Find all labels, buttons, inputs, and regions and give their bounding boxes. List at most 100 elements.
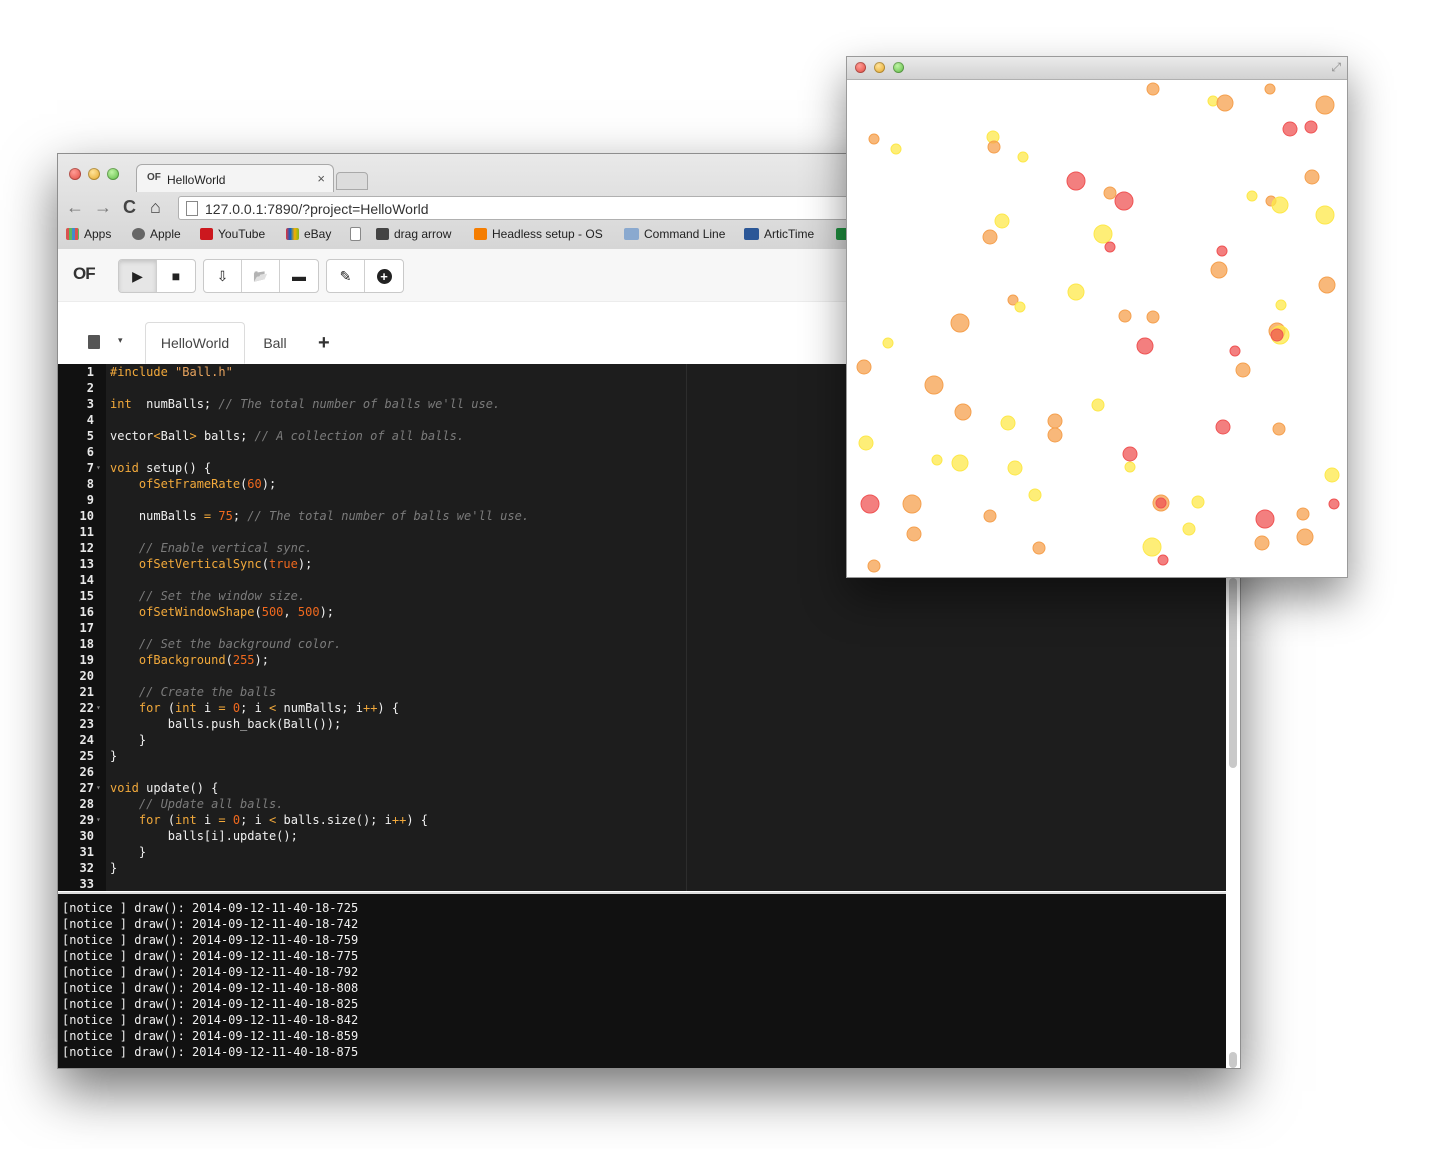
tab-close-icon[interactable]: × — [317, 171, 325, 186]
console-scrollbar[interactable] — [1229, 1052, 1237, 1068]
code-line[interactable]: 15 // Set the window size. — [58, 588, 1226, 604]
code-text: // Enable vertical sync. — [110, 540, 312, 556]
ball — [1315, 205, 1335, 225]
folder-icon — [624, 228, 639, 240]
zoom-output-button[interactable] — [893, 62, 904, 73]
chevron-down-icon[interactable]: ▾ — [118, 335, 123, 346]
reload-icon[interactable]: C — [123, 197, 136, 218]
code-text: ofSetVerticalSync(true); — [110, 556, 312, 572]
ball — [1047, 427, 1063, 443]
editor-scrollbar[interactable] — [1229, 578, 1237, 768]
code-line[interactable]: 32} — [58, 860, 1226, 876]
ball — [1157, 554, 1169, 566]
bookmark-ebay[interactable]: eBay — [286, 227, 331, 241]
code-token: for — [138, 813, 161, 827]
browser-tab[interactable]: OF HelloWorld × — [136, 164, 334, 192]
code-line[interactable]: 21 // Create the balls — [58, 684, 1226, 700]
code-token: } — [110, 861, 118, 875]
stop-icon: ■ — [171, 268, 181, 284]
code-line[interactable]: 31 } — [58, 844, 1226, 860]
add-tab-icon[interactable]: + — [318, 332, 330, 355]
app-output-window: ⤢ — [846, 56, 1348, 578]
save-button[interactable]: ⇩ — [204, 260, 242, 292]
code-token: 500 — [261, 605, 284, 619]
fold-toggle-icon[interactable]: ▾ — [96, 812, 101, 828]
line-number: 24 — [79, 733, 94, 747]
ball — [856, 359, 872, 375]
back-icon[interactable]: ← — [66, 197, 84, 218]
ball — [1328, 498, 1340, 510]
code-line[interactable]: 20 — [58, 668, 1226, 684]
ball — [1142, 537, 1162, 557]
code-line[interactable]: 25} — [58, 748, 1226, 764]
code-line[interactable]: 16 ofSetWindowShape(500, 500); — [58, 604, 1226, 620]
line-number: 15 — [79, 589, 94, 603]
bookmark-command-line[interactable]: Command Line — [624, 227, 725, 241]
fullscreen-icon[interactable]: ⤢ — [1331, 60, 1341, 75]
minimize-window-button[interactable] — [88, 168, 100, 180]
ball — [951, 454, 969, 472]
code-token: #include — [110, 365, 176, 379]
code-line[interactable]: 27 ▾ void update() { — [58, 780, 1226, 796]
console-line: [notice ] draw(): 2014-09-12-11-40-18-74… — [62, 917, 359, 931]
console-line: [notice ] draw(): 2014-09-12-11-40-18-85… — [62, 1029, 359, 1043]
code-line[interactable]: 28 // Update all balls. — [58, 796, 1226, 812]
code-line[interactable]: 22 ▾ for (int i = 0; i < numBalls; i++) { — [58, 700, 1226, 716]
attach-button[interactable]: ✎ — [327, 260, 365, 292]
new-tab-button[interactable] — [336, 172, 368, 190]
fold-toggle-icon[interactable]: ▾ — [96, 700, 101, 716]
line-number: 9 — [86, 493, 94, 507]
code-line[interactable]: 29 ▾ for (int i = 0; i < balls.size(); i+… — [58, 812, 1226, 828]
play-button[interactable]: ▶ — [119, 260, 157, 292]
of-logo: OF — [73, 264, 96, 283]
code-line[interactable]: 19 ofBackground(255); — [58, 652, 1226, 668]
tab-helloworld[interactable]: HelloWorld — [145, 322, 245, 364]
code-text: balls.push_back(Ball()); — [110, 716, 341, 732]
bookmark-artictime[interactable]: ArticTime — [744, 227, 814, 241]
code-token: i — [196, 701, 219, 715]
code-text: } — [110, 860, 117, 876]
document-icon[interactable] — [88, 335, 100, 349]
bookmark-headless-setup[interactable]: Headless setup - OS — [474, 227, 608, 241]
fold-toggle-icon[interactable]: ▾ — [96, 780, 101, 796]
minimize-output-button[interactable] — [874, 62, 885, 73]
add-button[interactable]: + — [365, 260, 403, 292]
ball — [1296, 507, 1310, 521]
bookmark-drag-arrow[interactable]: drag arrow — [376, 227, 451, 241]
forward-icon[interactable]: → — [94, 197, 112, 218]
code-line[interactable]: 33 — [58, 876, 1226, 892]
code-line[interactable]: 24 } — [58, 732, 1226, 748]
close-window-button[interactable] — [69, 168, 81, 180]
ball — [1067, 283, 1085, 301]
open-folder-icon: 📂 — [253, 269, 268, 283]
open-button[interactable]: 📂 — [242, 260, 280, 292]
bookmark-apps[interactable]: Apps — [66, 227, 111, 241]
code-token: 60 — [247, 477, 262, 491]
stop-button[interactable]: ■ — [157, 260, 195, 292]
code-line[interactable]: 26 — [58, 764, 1226, 780]
fold-toggle-icon[interactable]: ▾ — [96, 460, 101, 476]
code-line[interactable]: 17 — [58, 620, 1226, 636]
bookmark-document[interactable] — [350, 227, 366, 242]
tab-ball[interactable]: Ball — [250, 322, 300, 364]
folder-button[interactable]: ▬ — [280, 260, 318, 292]
home-icon[interactable]: ⌂ — [150, 197, 161, 218]
code-line[interactable]: 30 balls[i].update(); — [58, 828, 1226, 844]
ball — [1229, 345, 1241, 357]
code-line[interactable]: 18 // Set the background color. — [58, 636, 1226, 652]
code-line[interactable]: 23 balls.push_back(Ball()); — [58, 716, 1226, 732]
page-icon — [186, 201, 198, 216]
ball — [882, 337, 894, 349]
bookmark-apple[interactable]: Apple — [132, 227, 181, 241]
arrow-icon — [376, 228, 389, 240]
zoom-window-button[interactable] — [107, 168, 119, 180]
line-number: 6 — [86, 445, 94, 459]
ball — [1032, 541, 1046, 555]
ball — [1315, 95, 1335, 115]
bookmark-youtube[interactable]: YouTube — [200, 227, 265, 241]
close-output-button[interactable] — [855, 62, 866, 73]
